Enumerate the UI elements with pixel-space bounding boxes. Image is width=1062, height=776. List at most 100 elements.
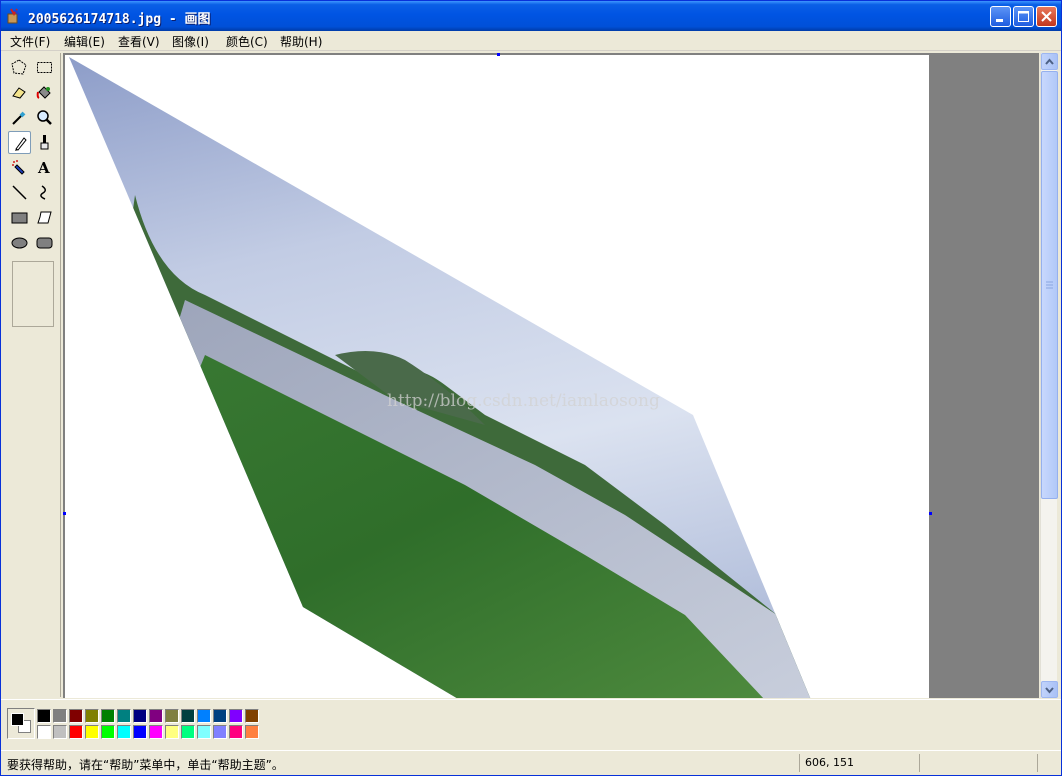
tool-options-box[interactable]	[12, 261, 54, 327]
palette-swatch[interactable]	[53, 725, 67, 739]
palette-swatch[interactable]	[213, 709, 227, 723]
resize-handle-top[interactable]	[497, 53, 500, 56]
rectangle-icon	[11, 212, 28, 224]
tool-pencil[interactable]	[8, 131, 31, 154]
menu-edit[interactable]: 编辑(E)	[64, 33, 105, 50]
close-icon	[1041, 11, 1052, 22]
palette-swatch[interactable]	[229, 725, 243, 739]
status-help-text: 要获得帮助，请在“帮助”菜单中，单击“帮助主题”。	[7, 758, 284, 772]
tool-pick-color[interactable]	[8, 106, 31, 129]
tool-eraser[interactable]	[8, 81, 31, 104]
watermark: http://blog.csdn.net/iamlaosong	[387, 391, 660, 411]
scroll-up-button[interactable]	[1041, 53, 1058, 70]
palette-swatch[interactable]	[149, 709, 163, 723]
scroll-thumb[interactable]	[1041, 71, 1058, 499]
tool-airbrush[interactable]	[8, 156, 31, 179]
menu-help[interactable]: 帮助(H)	[280, 33, 322, 50]
menu-file[interactable]: 文件(F)	[10, 33, 50, 50]
text-icon: A	[37, 159, 50, 176]
palette-swatch[interactable]	[181, 725, 195, 739]
maximize-icon	[1018, 11, 1029, 22]
tool-ellipse[interactable]	[8, 231, 31, 254]
palette-swatch[interactable]	[229, 709, 243, 723]
palette-swatch[interactable]	[117, 709, 131, 723]
current-colors[interactable]	[7, 708, 35, 739]
pencil-icon	[15, 137, 27, 151]
scroll-down-button[interactable]	[1041, 681, 1058, 698]
tool-polygon[interactable]	[33, 206, 56, 229]
palette-swatch[interactable]	[213, 725, 227, 739]
chevron-up-icon	[1045, 58, 1054, 65]
tool-rectangle[interactable]	[8, 206, 31, 229]
palette-swatch[interactable]	[101, 725, 115, 739]
tool-free-select[interactable]	[8, 56, 31, 79]
palette-swatch[interactable]	[37, 709, 51, 723]
eraser-icon	[12, 87, 26, 99]
polygon-icon	[37, 211, 52, 224]
minimize-icon	[996, 19, 1003, 22]
window-title: 2005626174718.jpg - 画图	[28, 12, 211, 27]
skewed-landscape-photo	[69, 57, 811, 698]
status-divider	[799, 754, 800, 772]
menu-colors[interactable]: 颜色(C)	[226, 33, 268, 50]
palette-swatch[interactable]	[101, 709, 115, 723]
chevron-down-icon	[1045, 687, 1054, 694]
grip-icon	[1046, 281, 1053, 289]
ellipse-icon	[11, 237, 28, 249]
tool-line[interactable]	[8, 181, 31, 204]
paint-app-icon	[7, 8, 20, 24]
tool-curve[interactable]	[33, 181, 56, 204]
palette-swatch[interactable]	[85, 709, 99, 723]
menu-image[interactable]: 图像(I)	[172, 33, 209, 50]
title-bar[interactable]: 2005626174718.jpg - 画图	[1, 1, 1061, 31]
palette-swatch[interactable]	[133, 725, 147, 739]
vertical-scrollbar[interactable]	[1040, 53, 1058, 698]
resize-handle-left[interactable]	[63, 512, 66, 515]
status-bar: 要获得帮助，请在“帮助”菜单中，单击“帮助主题”。 606, 151	[1, 750, 1061, 775]
status-divider	[919, 754, 920, 772]
canvas-area: http://blog.csdn.net/iamlaosong	[63, 53, 1039, 698]
tool-fill[interactable]	[33, 81, 56, 104]
palette-swatch[interactable]	[53, 709, 67, 723]
tool-text[interactable]: A	[33, 156, 56, 179]
tool-brush[interactable]	[33, 131, 56, 154]
svg-text:A: A	[37, 159, 50, 176]
menu-view[interactable]: 查看(V)	[118, 33, 160, 50]
cursor-coordinates: 606, 151	[805, 756, 854, 769]
rounded-rect-icon	[36, 237, 53, 249]
palette-swatch[interactable]	[117, 725, 131, 739]
line-icon	[12, 185, 27, 200]
palette-swatch[interactable]	[245, 725, 259, 739]
brush-icon	[40, 135, 49, 150]
palette-swatch[interactable]	[245, 709, 259, 723]
tool-rounded-rect[interactable]	[33, 231, 56, 254]
palette-swatch[interactable]	[69, 709, 83, 723]
tool-magnifier[interactable]	[33, 106, 56, 129]
minimize-button[interactable]	[990, 6, 1011, 27]
paint-window: 2005626174718.jpg - 画图 文件(F) 编辑(E) 查看(V)…	[0, 0, 1062, 776]
foreground-color	[11, 713, 24, 726]
close-button[interactable]	[1036, 6, 1057, 27]
drawing-canvas[interactable]: http://blog.csdn.net/iamlaosong	[65, 55, 929, 698]
color-palette	[1, 699, 1061, 747]
palette-swatch[interactable]	[133, 709, 147, 723]
palette-swatch[interactable]	[149, 725, 163, 739]
palette-swatch[interactable]	[197, 725, 211, 739]
palette-swatch[interactable]	[165, 725, 179, 739]
palette-swatch[interactable]	[85, 725, 99, 739]
palette-swatch[interactable]	[37, 725, 51, 739]
magnifier-icon	[37, 110, 52, 125]
palette-swatch[interactable]	[181, 709, 195, 723]
palette-swatch[interactable]	[69, 725, 83, 739]
toolbox: A	[5, 53, 61, 697]
maximize-button[interactable]	[1013, 6, 1034, 27]
resize-handle-right[interactable]	[929, 512, 932, 515]
rect-select-icon	[37, 62, 52, 73]
tool-rect-select[interactable]	[33, 56, 56, 79]
status-divider	[1037, 754, 1038, 772]
palette-swatch[interactable]	[165, 709, 179, 723]
palette-swatch[interactable]	[197, 709, 211, 723]
airbrush-icon	[12, 160, 25, 175]
color-picker-icon	[12, 111, 26, 125]
curve-icon	[40, 185, 46, 200]
